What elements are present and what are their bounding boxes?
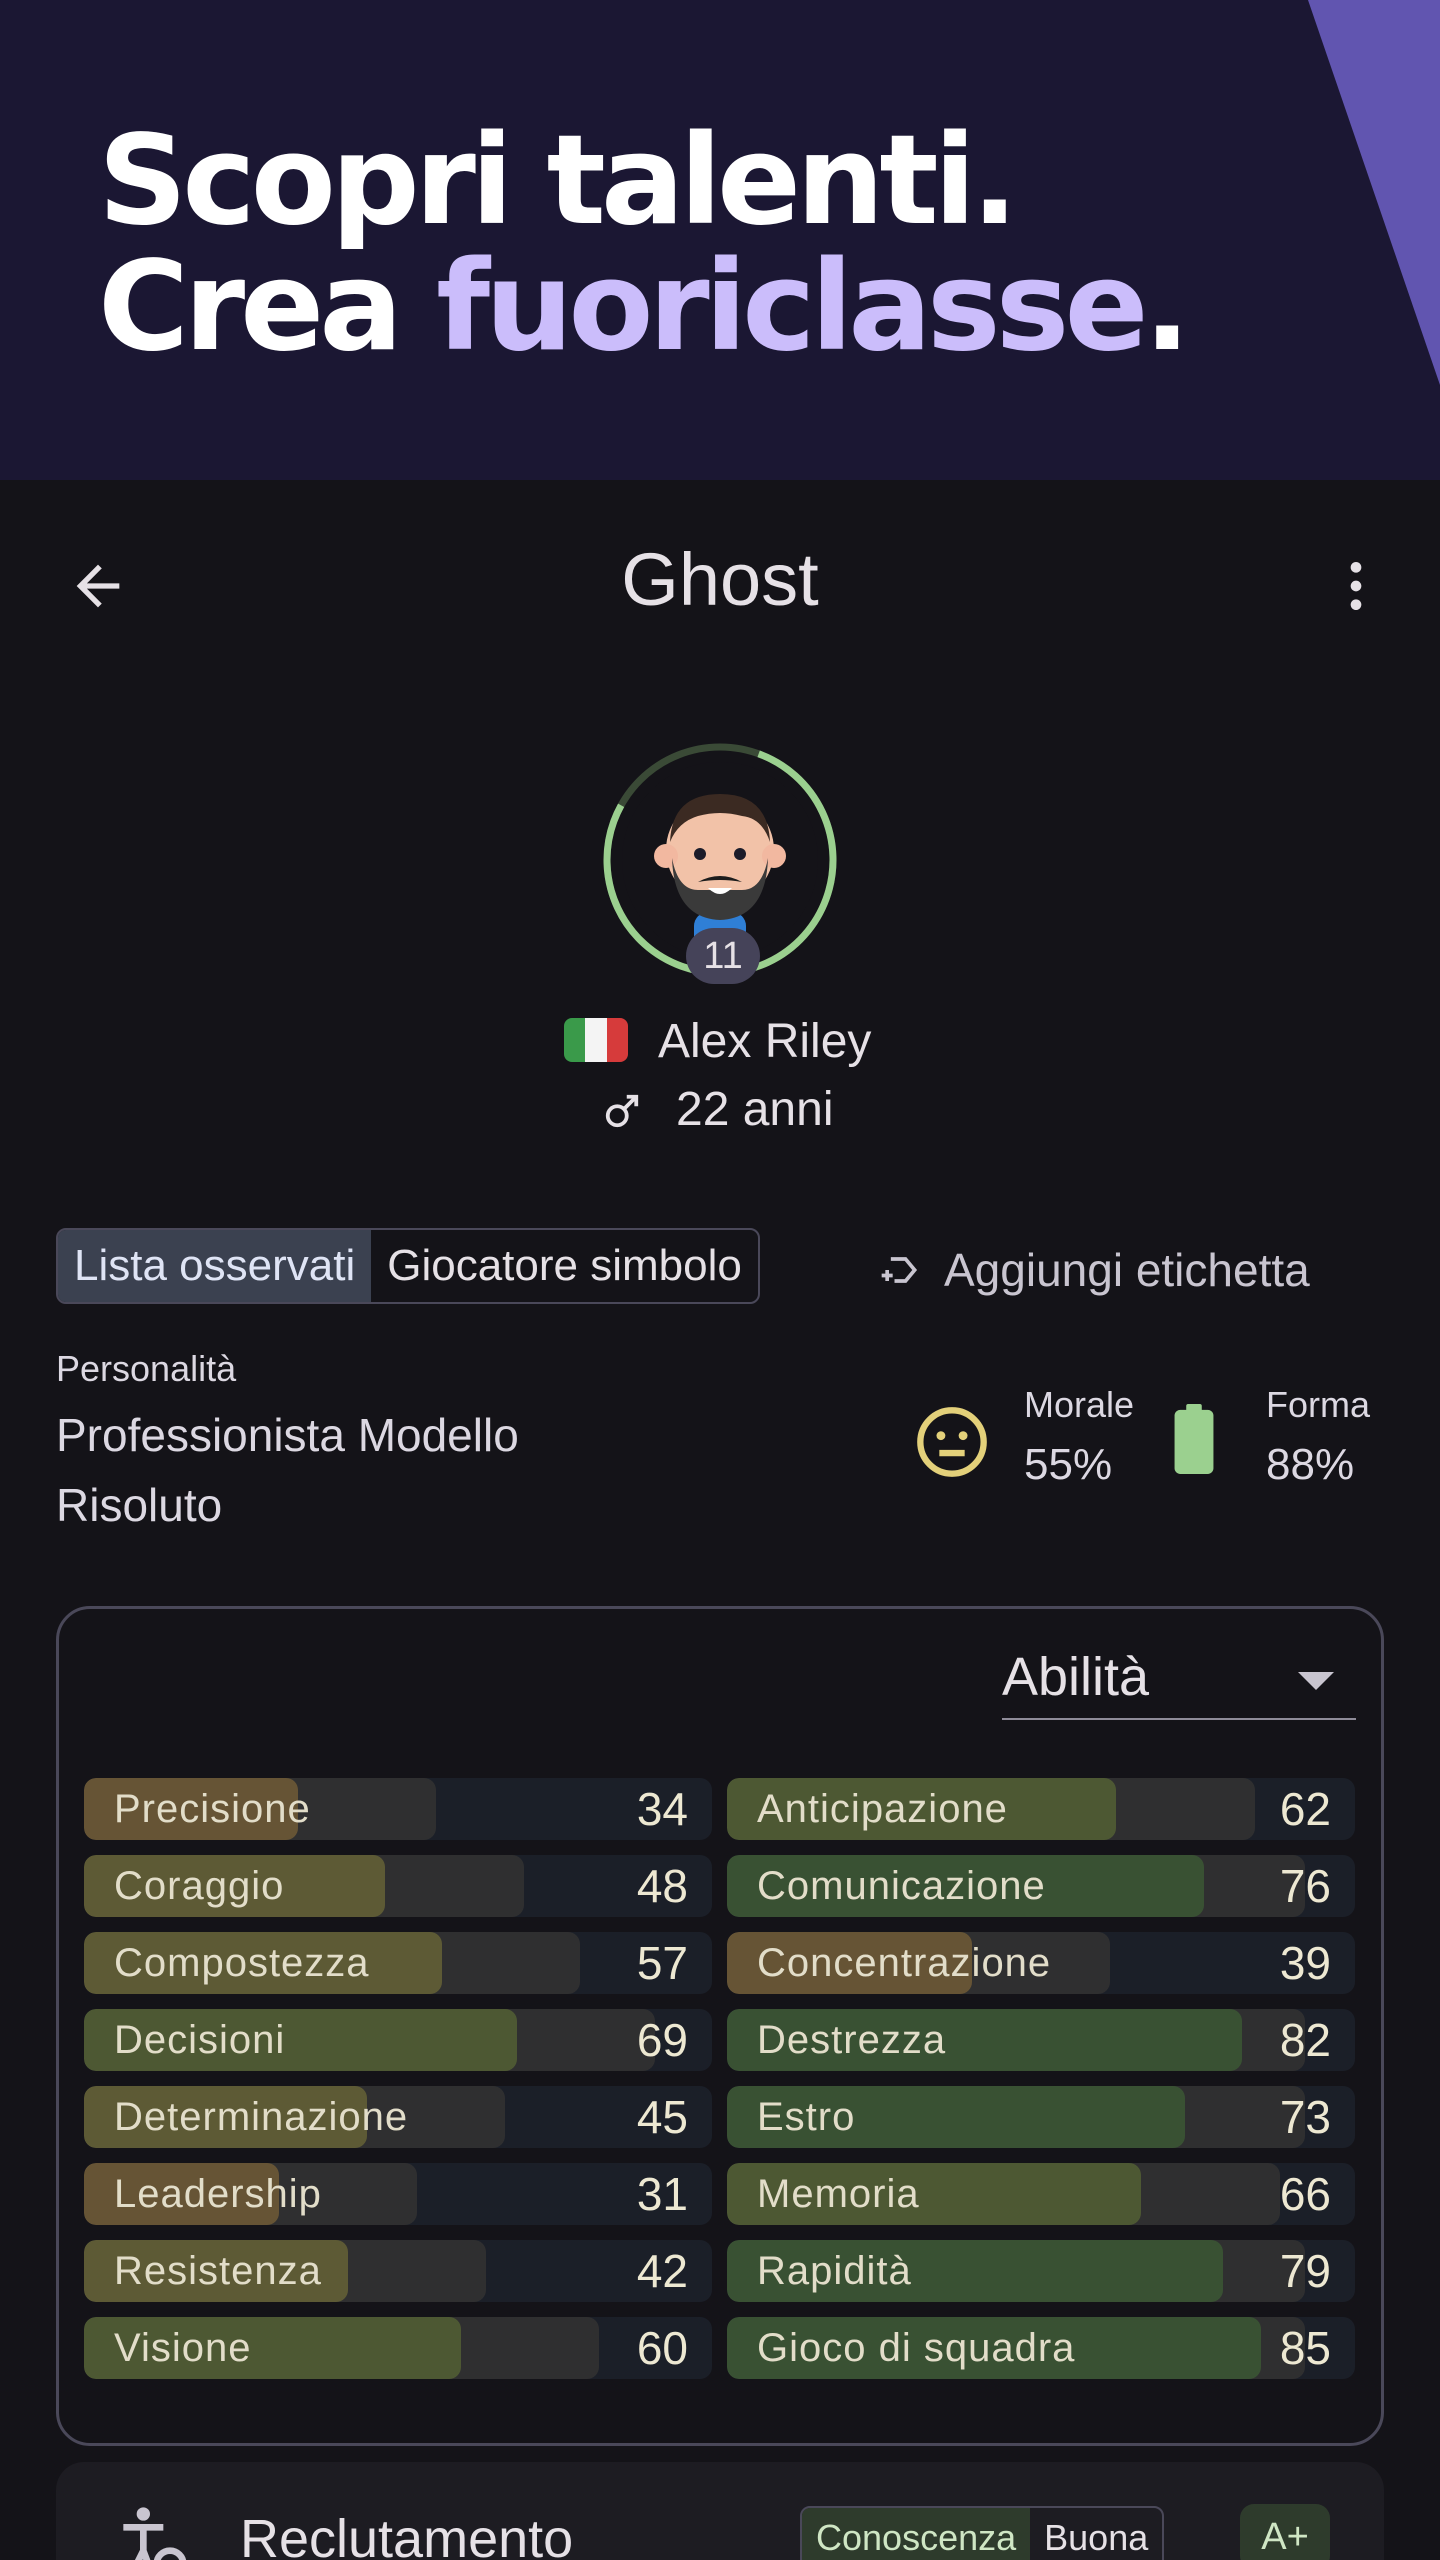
tag-chip-group: Lista osservati Giocatore simbolo — [56, 1228, 760, 1304]
fitness-label: Forma — [1266, 1384, 1371, 1425]
attribute-value: 42 — [636, 2245, 688, 2297]
morale-value: 55% — [1024, 1440, 1113, 1489]
attribute-name: Precisione — [114, 1787, 311, 1831]
more-options-button[interactable] — [1306, 536, 1406, 636]
attribute-row[interactable]: Coraggio 48 — [84, 1855, 712, 1917]
attribute-name: Leadership — [114, 2172, 322, 2216]
attribute-name: Anticipazione — [757, 1787, 1008, 1831]
attribute-name: Memoria — [757, 2172, 920, 2216]
italy-flag-icon — [564, 1018, 628, 1062]
attribute-name: Decisioni — [114, 2018, 286, 2062]
knowledge-label: Conoscenza — [802, 2508, 1031, 2560]
attribute-value: 34 — [636, 1783, 688, 1835]
attribute-row[interactable]: Resistenza 42 — [84, 2240, 712, 2302]
attribute-name: Destrezza — [757, 2018, 947, 2062]
attribute-value: 62 — [1279, 1783, 1331, 1835]
attribute-value: 82 — [1279, 2014, 1331, 2066]
male-icon — [605, 1094, 639, 1128]
attribute-value: 85 — [1279, 2322, 1331, 2374]
attribute-value: 31 — [636, 2168, 688, 2220]
attribute-list-right: Anticipazione 62 Comunicazione 76 Concentraz… — [727, 1778, 1355, 2394]
battery-icon — [1174, 1404, 1214, 1474]
tag-chip-key-player[interactable]: Giocatore simbolo — [371, 1230, 758, 1302]
attribute-row[interactable]: Compostezza 57 — [84, 1932, 712, 1994]
attribute-row[interactable]: Determinazione 45 — [84, 2086, 712, 2148]
attribute-row[interactable]: Decisioni 69 — [84, 2009, 712, 2071]
page-title: Ghost — [621, 538, 819, 621]
attribute-value: 39 — [1279, 1937, 1331, 1989]
add-label-icon — [881, 1257, 918, 1283]
attribute-value: 79 — [1279, 2245, 1331, 2297]
fitness-value: 88% — [1266, 1440, 1355, 1489]
attribute-value: 69 — [636, 2014, 688, 2066]
attribute-row[interactable]: Leadership 31 — [84, 2163, 712, 2225]
attribute-category-dropdown[interactable]: Abilità — [1002, 1640, 1356, 1720]
attribute-name: Resistenza — [114, 2249, 322, 2293]
banner-line-1: Scopri talenti. — [98, 109, 1018, 253]
add-tag-button[interactable]: Aggiungi etichetta — [878, 1238, 1310, 1302]
attribute-row[interactable]: Destrezza 82 — [727, 2009, 1355, 2071]
attribute-name: Estro — [757, 2095, 856, 2139]
dropdown-caret-icon — [1298, 1672, 1334, 1690]
attribute-name: Gioco di squadra — [757, 2326, 1076, 2370]
attribute-name: Coraggio — [114, 1864, 285, 1908]
add-tag-label: Aggiungi etichetta — [944, 1244, 1310, 1296]
attribute-name: Concentrazione — [757, 1941, 1052, 1985]
attribute-value: 48 — [636, 1860, 688, 1912]
personality-value: Professionista Modello Risoluto — [56, 1409, 519, 1531]
attribute-list-left: Precisione 34 Coraggio 48 Compostezza 57 Decis… — [84, 1778, 712, 2394]
morale-label: Morale — [1024, 1384, 1135, 1425]
attribute-value: 60 — [636, 2322, 688, 2374]
banner-line-2-accent: fuoriclasse — [436, 235, 1148, 379]
player-name: Alex Riley — [658, 1015, 872, 1068]
knowledge-value: Buona — [1044, 2517, 1149, 2558]
attribute-row[interactable]: Rapidità 79 — [727, 2240, 1355, 2302]
tag-chip-watchlist[interactable]: Lista osservati — [58, 1230, 372, 1302]
attribute-row[interactable]: Anticipazione 62 — [727, 1778, 1355, 1840]
dropdown-selected-value: Abilità — [1002, 1647, 1150, 1707]
attribute-value: 45 — [636, 2091, 688, 2143]
banner-headline: Scopri talenti. Crea fuoriclasse. — [98, 118, 1191, 370]
attribute-value: 57 — [636, 1937, 688, 1989]
recruitment-icon — [123, 2507, 187, 2560]
player-avatar[interactable]: 11 — [600, 740, 840, 984]
attribute-row[interactable]: Gioco di squadra 85 — [727, 2317, 1355, 2379]
attribute-name: Determinazione — [114, 2095, 409, 2139]
neutral-face-icon — [917, 1407, 987, 1477]
recruitment-grade-badge: A+ — [1240, 2504, 1330, 2560]
banner-line-2-prefix: Crea — [98, 235, 437, 379]
personality-label: Personalità — [56, 1348, 237, 1389]
attribute-value: 66 — [1279, 2168, 1331, 2220]
attribute-row[interactable]: Concentrazione 39 — [727, 1932, 1355, 1994]
player-age: 22 anni — [676, 1083, 834, 1136]
attribute-name: Visione — [114, 2326, 252, 2370]
knowledge-chip: Conoscenza Buona — [800, 2506, 1165, 2560]
promo-banner: Scopri talenti. Crea fuoriclasse. — [0, 0, 1440, 480]
attribute-row[interactable]: Memoria 66 — [727, 2163, 1355, 2225]
recruitment-title: Reclutamento — [240, 2509, 574, 2560]
attribute-row[interactable]: Visione 60 — [84, 2317, 712, 2379]
attribute-row[interactable]: Comunicazione 76 — [727, 1855, 1355, 1917]
banner-line-2-suffix: . — [1143, 235, 1191, 379]
shirt-number-badge: 11 — [686, 928, 760, 984]
attribute-name: Comunicazione — [757, 1864, 1046, 1908]
more-vert-icon — [1350, 562, 1362, 610]
attribute-value: 73 — [1279, 2091, 1331, 2143]
attribute-name: Rapidità — [757, 2249, 912, 2293]
attribute-row[interactable]: Estro 73 — [727, 2086, 1355, 2148]
attribute-row[interactable]: Precisione 34 — [84, 1778, 712, 1840]
attribute-name: Compostezza — [114, 1941, 370, 1985]
attribute-value: 76 — [1279, 1860, 1331, 1912]
